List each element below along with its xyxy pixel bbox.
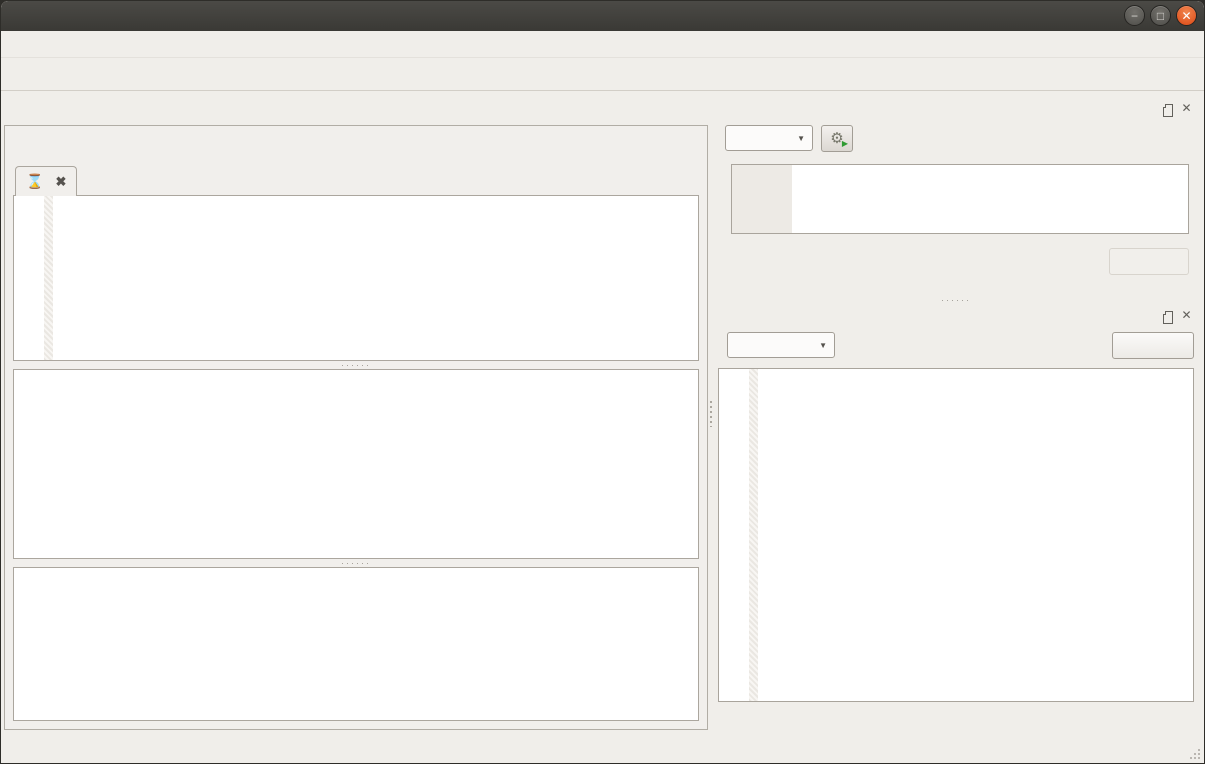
sql-doc-tab[interactable]: ⌛ ✖ [15,166,77,196]
cell-editor-gutter [732,165,792,233]
fold-margin [44,196,53,360]
left-pane: ⌛ ✖ ······ ······ [1,91,708,737]
close-icon: ✕ [1181,10,1191,22]
float-dock-button[interactable] [1161,101,1176,115]
cell-mode-row: ▼ ⚙ ▶ [717,124,1195,152]
app-window: − □ ✕ ⌛ ✖ [0,0,1205,764]
minimize-icon: − [1131,10,1138,22]
sql-log-dock-title: ✕ [717,304,1195,326]
log-filter-select[interactable]: ▼ [727,332,835,358]
results-message-splitter[interactable]: ······ [13,559,699,567]
gear-arrow-icon: ▶ [842,139,848,148]
results-grid[interactable] [13,369,699,559]
edit-cell-dock-title: ✕ [717,97,1195,119]
bottom-dock-tabs [717,711,1195,737]
maximize-icon: □ [1157,10,1164,22]
close-dock-icon: ✕ [1181,102,1191,114]
sql-log-view[interactable] [718,368,1194,702]
log-filter-row: ▼ [718,331,1194,359]
close-log-dock-button[interactable]: ✕ [1179,308,1194,322]
clear-log-button[interactable] [1112,332,1194,359]
apply-button [1109,248,1189,275]
auto-apply-button[interactable]: ⚙ ▶ [821,125,853,152]
sql-editor-toolbar [13,130,699,166]
float-icon [1165,311,1173,319]
results-message-box[interactable] [13,567,699,721]
main-tabs [4,98,708,125]
statusbar [1,737,1204,763]
mode-select[interactable]: ▼ [725,125,813,151]
chevron-down-icon: ▼ [797,134,805,143]
log-line-number-gutter [719,369,749,701]
main-toolbar [1,58,1204,91]
execute-sql-page: ⌛ ✖ ······ ······ [4,125,708,730]
maximize-button[interactable]: □ [1150,5,1171,26]
float-log-dock-button[interactable] [1161,308,1176,322]
sql-doc-tabbar: ⌛ ✖ [13,166,699,195]
line-number-gutter [14,196,44,360]
window-controls: − □ ✕ [1124,5,1197,26]
float-icon [1165,104,1173,112]
close-dock-icon: ✕ [1181,309,1191,321]
main-area: ⌛ ✖ ······ ······ [1,91,1204,737]
menubar [1,31,1204,58]
hourglass-icon: ⌛ [26,173,43,190]
chevron-down-icon: ▼ [819,341,827,350]
right-pane: ✕ ▼ ⚙ ▶ [713,91,1204,737]
cell-info-row [721,246,1189,296]
minimize-button[interactable]: − [1124,5,1145,26]
sql-editor[interactable] [13,195,699,361]
cell-editor-content [792,165,1188,233]
log-fold-margin [749,369,758,701]
close-button[interactable]: ✕ [1176,5,1197,26]
resize-grip-icon[interactable] [1188,747,1201,760]
cell-editor[interactable] [731,164,1189,234]
close-tab-icon[interactable]: ✖ [55,174,66,190]
titlebar[interactable]: − □ ✕ [1,1,1204,31]
dock-splitter[interactable]: ······ [717,296,1195,304]
editor-results-splitter[interactable]: ······ [13,361,699,369]
close-dock-button[interactable]: ✕ [1179,101,1194,115]
